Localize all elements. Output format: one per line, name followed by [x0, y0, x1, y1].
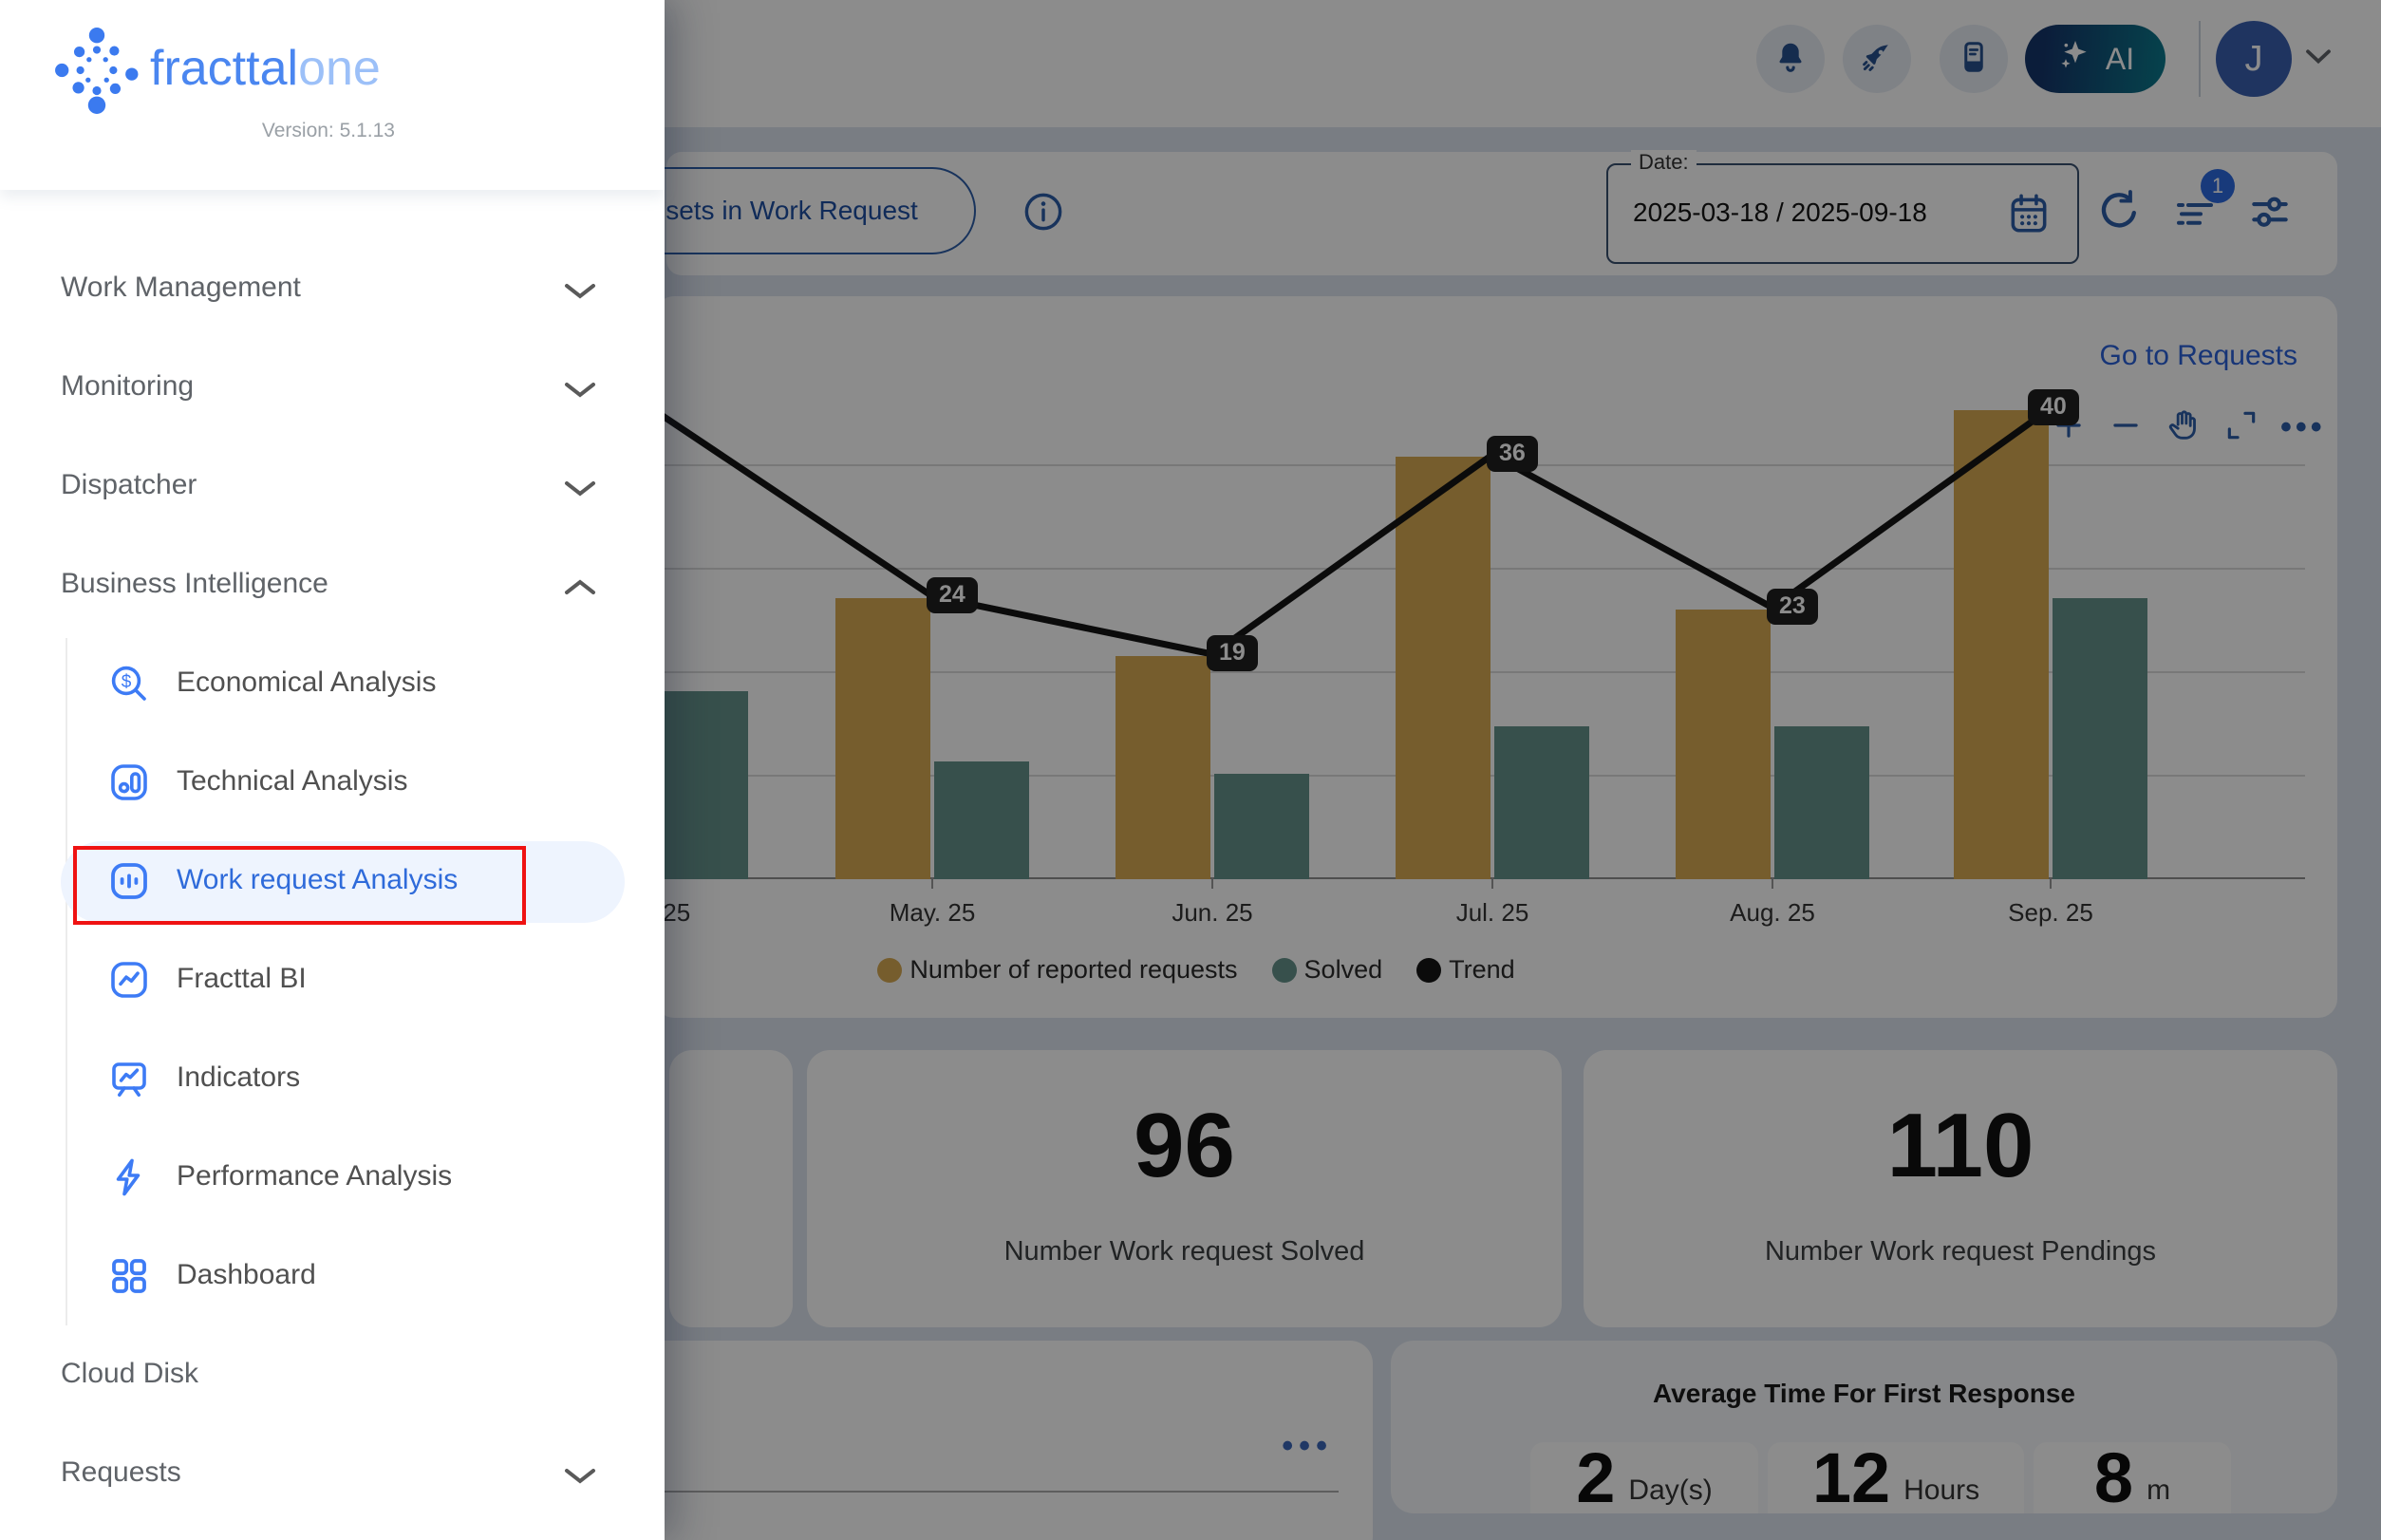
- version-label: Version: 5.1.13: [142, 120, 395, 142]
- chevron-down-icon[interactable]: [558, 279, 602, 307]
- bar-chart-square-icon: [106, 760, 152, 810]
- chevron-down-icon[interactable]: [558, 477, 602, 504]
- annotation-red-box: [73, 846, 526, 925]
- grid-icon: [106, 1253, 152, 1304]
- app-root: AI J sets in Work Request Date: 2025-03-…: [0, 0, 2381, 1540]
- dollar-search-icon: $: [106, 661, 152, 711]
- trend-square-icon: [106, 957, 152, 1007]
- fracttal-logo-text: fracttalone: [150, 40, 381, 97]
- presentation-chart-icon: [106, 1056, 152, 1106]
- sidebar-logo-section: fracttalone Version: 5.1.13: [0, 0, 665, 190]
- sidebar-item-economical-analysis[interactable]: Economical Analysis: [177, 667, 436, 699]
- lightning-icon: [106, 1155, 152, 1205]
- chevron-down-icon[interactable]: [558, 1464, 602, 1492]
- chevron-down-icon[interactable]: [558, 378, 602, 405]
- sidebar-item-cloud-disk[interactable]: Cloud Disk: [61, 1358, 198, 1390]
- fracttal-logo-icon: [53, 27, 141, 119]
- sidebar-item-business-intelligence[interactable]: Business Intelligence: [61, 568, 328, 600]
- sidebar-item-dashboard[interactable]: Dashboard: [177, 1259, 316, 1291]
- chevron-up-icon[interactable]: [558, 575, 602, 603]
- sidebar-item-dispatcher[interactable]: Dispatcher: [61, 469, 197, 501]
- sidebar-item-fracttal-bi[interactable]: Fracttal BI: [177, 963, 307, 995]
- sidebar-item-indicators[interactable]: Indicators: [177, 1061, 300, 1094]
- sidebar: fracttalone Version: 5.1.13 Work Managem…: [0, 0, 665, 1540]
- svg-text:$: $: [122, 672, 132, 692]
- sidebar-item-work-management[interactable]: Work Management: [61, 272, 301, 304]
- submenu-indent-line: [66, 638, 67, 1325]
- sidebar-item-performance-analysis[interactable]: Performance Analysis: [177, 1160, 452, 1193]
- sidebar-item-monitoring[interactable]: Monitoring: [61, 370, 194, 403]
- sidebar-item-requests[interactable]: Requests: [61, 1456, 181, 1489]
- sidebar-item-technical-analysis[interactable]: Technical Analysis: [177, 765, 407, 798]
